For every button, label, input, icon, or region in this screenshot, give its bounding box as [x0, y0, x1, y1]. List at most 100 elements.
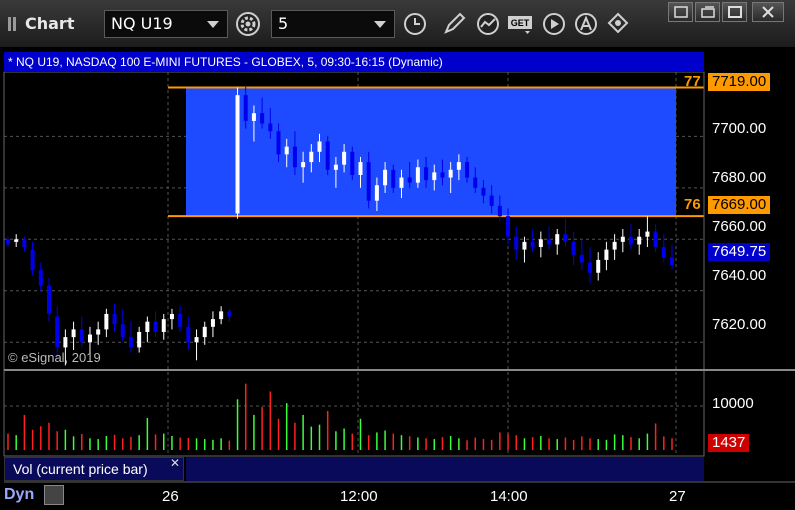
level-top-price: 7719.00	[708, 73, 771, 91]
candle-body	[104, 313, 109, 330]
price-axis-label: 7680.00	[712, 169, 767, 186]
volume-axis-label: 10000	[712, 395, 754, 412]
dynamic-mode[interactable]: Dyn	[4, 486, 34, 504]
candle-body	[448, 169, 453, 178]
candle-body	[645, 231, 650, 237]
candle-body	[284, 146, 289, 155]
candle-body	[79, 329, 84, 343]
candle-body	[588, 262, 593, 273]
candle-body	[210, 319, 215, 327]
candle-body	[432, 172, 437, 181]
volume-study-label[interactable]: Vol (current price bar)	[4, 457, 184, 481]
candle-body	[661, 247, 666, 258]
candle-body	[522, 241, 527, 250]
candle-body	[366, 162, 371, 201]
candle-body	[391, 169, 396, 188]
candle-body	[530, 241, 535, 248]
candle-body	[596, 259, 601, 273]
candle-body	[63, 337, 68, 348]
candle-body	[563, 234, 568, 242]
candle-body	[268, 123, 273, 132]
candle-body	[227, 311, 232, 317]
candle-body	[235, 95, 240, 214]
candle-body	[128, 337, 133, 348]
symbol-info: * NQ U19, NASDAQ 100 E-MINI FUTURES - GL…	[8, 55, 443, 69]
candle-body	[465, 162, 470, 178]
candle-body	[194, 337, 199, 343]
candle-body	[612, 241, 617, 250]
candle-body	[333, 164, 338, 170]
candle-body	[243, 95, 248, 121]
candle-body	[538, 239, 543, 248]
candle-body	[309, 151, 314, 163]
candle-body	[350, 151, 355, 175]
candle-body	[514, 236, 519, 250]
candle-body	[251, 113, 256, 121]
candle-body	[46, 285, 51, 314]
candle-body	[424, 167, 429, 181]
candle-body	[506, 216, 511, 237]
candle-body	[219, 311, 224, 320]
candle-body	[358, 162, 363, 175]
candle-body	[301, 162, 306, 168]
candle-body	[317, 141, 322, 152]
candle-body	[169, 313, 174, 320]
candle-body	[71, 329, 76, 338]
candle-body	[415, 167, 420, 183]
copyright: © eSignal, 2019	[8, 350, 101, 365]
candle-body	[481, 187, 486, 196]
candle-body	[629, 236, 634, 245]
candle-body	[670, 257, 674, 266]
candle-body	[6, 239, 10, 245]
time-axis-label: 12:00	[340, 488, 378, 505]
candle-body	[292, 146, 297, 168]
candle-body	[383, 169, 388, 186]
candle-body	[342, 151, 347, 165]
level-box[interactable]	[186, 87, 676, 217]
candle-body	[547, 239, 552, 245]
candle-body	[87, 334, 92, 343]
candle-body	[38, 270, 43, 286]
candle-body	[620, 236, 625, 242]
level-top-label: 77	[684, 73, 701, 90]
lock-icon[interactable]	[44, 485, 64, 505]
time-axis-label: 27	[669, 488, 686, 505]
candle-body	[653, 231, 658, 248]
candle-body	[399, 177, 404, 188]
price-axis-label: 7700.00	[712, 120, 767, 137]
candle-body	[260, 113, 265, 124]
candle-body	[489, 195, 494, 206]
candle-body	[604, 249, 609, 260]
candle-body	[161, 319, 166, 332]
candle-body	[14, 239, 19, 242]
candle-body	[96, 329, 101, 335]
time-axis-label: 26	[162, 488, 179, 505]
candle-body	[276, 131, 281, 155]
candle-body	[178, 313, 183, 327]
candle-body	[473, 177, 478, 188]
candle-body	[571, 241, 576, 255]
candle-body	[555, 234, 560, 245]
time-axis-label: 14:00	[490, 488, 528, 505]
volume-label-strip	[186, 457, 704, 481]
candle-body	[440, 172, 445, 178]
candle-body	[456, 162, 461, 170]
candle-body	[497, 205, 502, 217]
candle-body	[374, 185, 379, 201]
candle-body	[112, 313, 117, 325]
candle-body	[637, 236, 642, 245]
level-bottom-price: 7669.00	[708, 196, 771, 214]
candle-body	[30, 249, 35, 271]
candle-body	[325, 141, 330, 170]
close-icon[interactable]: ✕	[170, 456, 180, 470]
candle-body	[137, 331, 142, 348]
candle-body	[22, 239, 27, 248]
volume-bars	[7, 383, 673, 450]
candle-body	[145, 321, 150, 332]
volume-last-tag: 1437	[708, 434, 750, 452]
candle-body	[55, 316, 60, 348]
price-chart[interactable]	[0, 0, 795, 510]
candle-body	[579, 254, 584, 263]
last-price-tag: 7649.75	[708, 243, 771, 261]
candle-body	[153, 321, 158, 332]
